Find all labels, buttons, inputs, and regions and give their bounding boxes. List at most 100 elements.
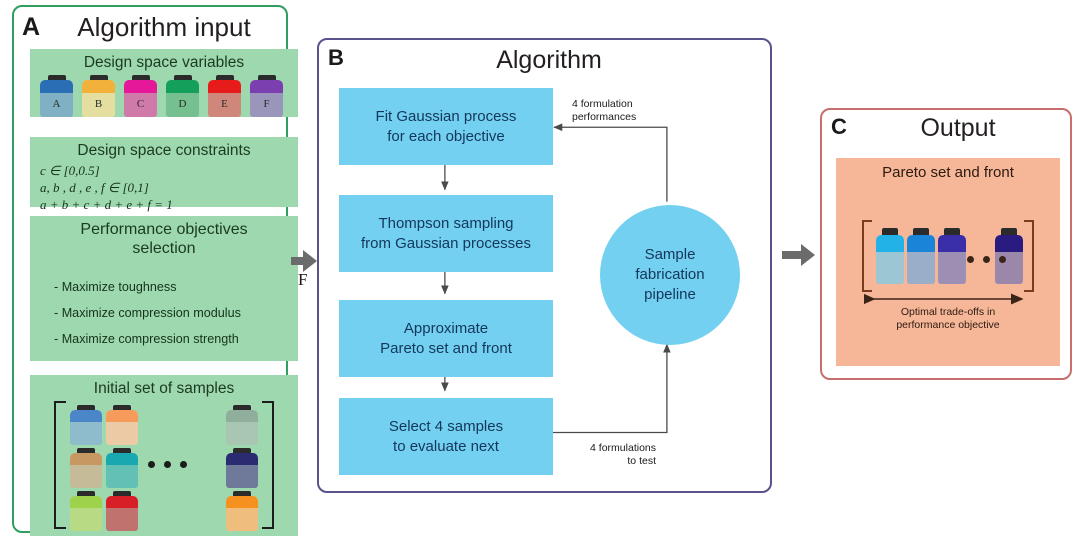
bottle-body [938, 235, 966, 284]
pareto-caption: Optimal trade-offs in performance object… [836, 306, 1060, 332]
bottle-body [106, 410, 138, 445]
bottle-liquid-top [124, 80, 157, 93]
bottle-body [907, 235, 935, 284]
bottle-label: E [221, 98, 228, 111]
bottle-body [226, 453, 258, 488]
panel-a-title: Algorithm input [77, 12, 251, 42]
bracket-left-icon [862, 220, 872, 292]
pareto-section-title: Pareto set and front [882, 164, 1014, 181]
bottle-label: C [136, 98, 145, 111]
bottle-body [106, 496, 138, 531]
bottle-liquid-top [106, 496, 138, 508]
sample-bottle [226, 405, 258, 445]
formulation-symbol-label: F [298, 270, 308, 289]
bottle-liquid-top [226, 496, 258, 508]
bottle-liquid-top [208, 80, 241, 93]
tradeoff-arrow-icon [864, 293, 1024, 305]
circle-line3: pipeline [644, 286, 696, 303]
ellipsis-dots-icon [967, 256, 1006, 263]
sample-bottle [907, 228, 935, 284]
bottle-liquid-top [40, 80, 73, 93]
bottle-body: D [166, 80, 199, 117]
bottle-liquid-top [938, 235, 966, 252]
dot-icon [999, 256, 1006, 263]
sample-bottle: E [208, 75, 241, 117]
design-space-constraints-title: Design space constraints [77, 142, 251, 159]
algo-step-fit-gaussian-process[interactable]: Fit Gaussian process for each objective [339, 88, 553, 165]
initial-samples-title: Initial set of samples [93, 380, 235, 397]
bottle-body [106, 453, 138, 488]
sample-fabrication-pipeline-node[interactable]: Sample fabrication pipeline [600, 205, 740, 345]
sample-bottle: B [82, 75, 115, 117]
sample-bottle [226, 448, 258, 488]
design-space-constraints-section: Design space constraints c ∈ [0,0.5] a, … [30, 137, 298, 212]
bottle-label: F [263, 98, 270, 111]
flow-label-top-line2: performances [572, 111, 637, 123]
flow-label-top: 4 formulation performances [572, 98, 636, 124]
bottle-body [70, 453, 102, 488]
bottle-body [876, 235, 904, 284]
dot-icon [164, 461, 171, 468]
sample-bottle [106, 491, 138, 531]
design-space-variables-title: Design space variables [83, 54, 245, 71]
algo-step-line2: Pareto set and front [380, 339, 512, 357]
sample-bottle [226, 491, 258, 531]
algo-step-line2: to evaluate next [393, 437, 499, 455]
arrow-algorithm-to-output [782, 244, 815, 266]
bottle-liquid-top [82, 80, 115, 93]
bracket-right-icon [1024, 220, 1034, 292]
flow-label-top-line1: 4 formulation [572, 98, 633, 110]
objective-item: - Maximize toughness [54, 280, 177, 294]
bottle-liquid-top [907, 235, 935, 252]
bottle-cap-icon [1001, 228, 1017, 235]
performance-objectives-title-line1: Performance objectives [80, 221, 248, 238]
bottle-liquid-top [226, 453, 258, 465]
initial-samples-section: Initial set of samples [30, 375, 298, 536]
bottle-liquid-top [876, 235, 904, 252]
algo-step-line1: Select 4 samples [388, 417, 504, 435]
arrow-input-to-algorithm [291, 250, 317, 272]
bottle-body: F [250, 80, 283, 117]
algo-step-line2: for each objective [387, 127, 505, 145]
panel-algorithm: B Algorithm Fit Gaussian process for eac… [317, 38, 772, 493]
panel-algorithm-input: A Algorithm input Design space variables… [12, 5, 298, 536]
bottle-body: B [82, 80, 115, 117]
bottle-body [226, 410, 258, 445]
algo-step-thompson-sampling[interactable]: Thompson sampling from Gaussian processe… [339, 195, 553, 272]
flow-label-bottom-line1: 4 formulations [590, 442, 656, 454]
bottle-liquid-top [70, 410, 102, 422]
bottle-label: B [94, 98, 103, 111]
bottle-liquid-top [166, 80, 199, 93]
bottle-liquid-top [995, 235, 1023, 252]
sample-bottle [106, 405, 138, 445]
panel-c-title: Output [920, 114, 996, 142]
bottle-cap-icon [913, 228, 929, 235]
algo-step-line1: Fit Gaussian process [375, 107, 517, 125]
algo-step-select-samples[interactable]: Select 4 samples to evaluate next [339, 398, 553, 475]
bottle-cap-icon [944, 228, 960, 235]
bottle-liquid-top [70, 496, 102, 508]
performance-objectives-section: Performance objectives selection - Maxim… [30, 216, 298, 361]
dot-icon [983, 256, 990, 263]
bottle-body [70, 410, 102, 445]
dot-icon [967, 256, 974, 263]
bottle-liquid-top [250, 80, 283, 93]
bottle-label: D [178, 98, 187, 111]
bottle-body: E [208, 80, 241, 117]
bottle-liquid-top [226, 410, 258, 422]
objective-item: - Maximize compression modulus [54, 306, 241, 320]
sample-bottle: F [250, 75, 283, 117]
sample-bottle [70, 491, 102, 531]
sample-bottle [876, 228, 904, 284]
bottle-body [226, 496, 258, 531]
flow-label-bottom: 4 formulations to test [568, 442, 656, 468]
sample-bottle: A [40, 75, 73, 117]
algo-step-line1: Thompson sampling [378, 214, 514, 232]
algo-step-approximate-pareto[interactable]: Approximate Pareto set and front [339, 300, 553, 377]
flow-label-bottom-line2: to test [627, 455, 656, 467]
bottle-liquid-top [106, 453, 138, 465]
bottle-label: A [52, 98, 61, 111]
bracket-right-icon [262, 401, 274, 529]
algo-step-line1: Approximate [403, 319, 489, 337]
panel-c-letter: C [831, 114, 847, 139]
